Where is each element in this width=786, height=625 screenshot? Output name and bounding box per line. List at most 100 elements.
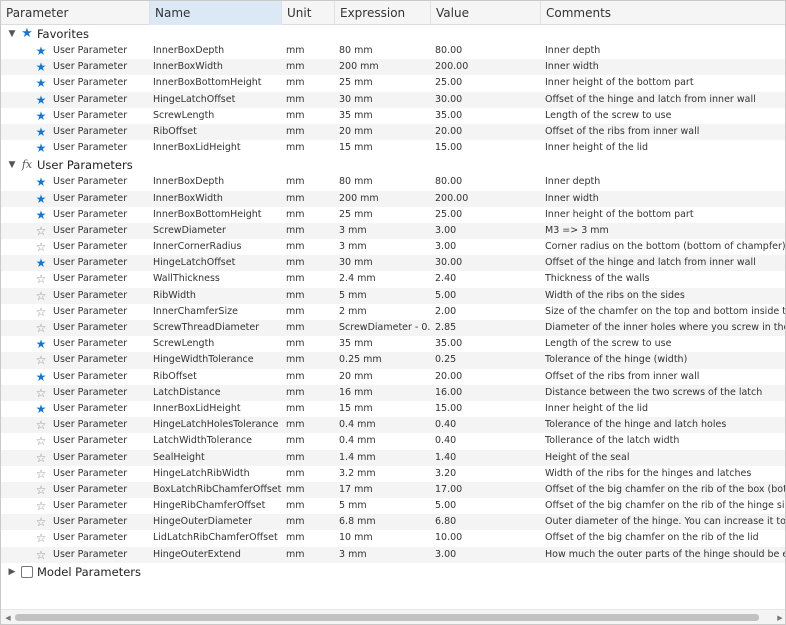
parameter-name[interactable]: ScrewLength [153, 336, 283, 352]
star-outline-icon[interactable]: ☆ [34, 352, 48, 368]
parameter-expression[interactable]: 15 mm [339, 140, 431, 156]
parameter-unit[interactable]: mm [286, 239, 336, 255]
parameter-unit[interactable]: mm [286, 255, 336, 271]
parameter-unit[interactable]: mm [286, 320, 336, 336]
parameter-comment[interactable]: Thickness of the walls [545, 271, 785, 287]
parameter-unit[interactable]: mm [286, 108, 336, 124]
parameter-name[interactable]: RibOffset [153, 124, 283, 140]
parameter-expression[interactable]: 17 mm [339, 482, 431, 498]
parameter-expression[interactable]: 35 mm [339, 336, 431, 352]
parameter-expression[interactable]: 30 mm [339, 92, 431, 108]
parameter-comment[interactable]: Offset of the big chamfer on the rib of … [545, 498, 785, 514]
parameter-comment[interactable]: Inner depth [545, 174, 785, 190]
parameter-unit[interactable]: mm [286, 140, 336, 156]
parameter-comment[interactable]: Width of the ribs for the hinges and lat… [545, 466, 785, 482]
parameter-unit[interactable]: mm [286, 450, 336, 466]
parameter-name[interactable]: InnerBoxDepth [153, 174, 283, 190]
horizontal-scrollbar[interactable]: ◀ ▶ [1, 609, 785, 624]
parameter-name[interactable]: RibWidth [153, 288, 283, 304]
parameter-expression[interactable]: 15 mm [339, 401, 431, 417]
parameter-comment[interactable]: Distance between the two screws of the l… [545, 385, 785, 401]
parameter-expression[interactable]: 3 mm [339, 223, 431, 239]
star-outline-icon[interactable]: ☆ [34, 320, 48, 336]
parameter-expression[interactable]: 16 mm [339, 385, 431, 401]
parameter-unit[interactable]: mm [286, 223, 336, 239]
parameter-name[interactable]: InnerBoxBottomHeight [153, 75, 283, 91]
parameter-row[interactable]: ★ User Parameter RibOffset mm 20 mm 20.00 Offs… [1, 123, 785, 141]
parameter-row[interactable]: ☆ User Parameter ScrewThreadDiameter mm Scre… [1, 320, 785, 337]
parameter-row[interactable]: ★ User Parameter InnerBoxDepth mm 80 mm 80.00… [1, 174, 785, 190]
parameter-row[interactable]: ☆ User Parameter SealHeight mm 1.4 mm 1.40 Hei… [1, 449, 785, 466]
parameter-unit[interactable]: mm [286, 336, 336, 352]
parameter-comment[interactable]: Corner radius on the bottom (bottom of c… [545, 239, 785, 255]
parameter-unit[interactable]: mm [286, 304, 336, 320]
parameter-expression[interactable]: 6.8 mm [339, 514, 431, 530]
parameter-row[interactable]: ★ User Parameter InnerBoxDepth mm 80 mm 80.00… [1, 43, 785, 59]
parameter-name[interactable]: InnerBoxLidHeight [153, 140, 283, 156]
parameter-row[interactable]: ★ User Parameter HingeLatchOffset mm 30 mm 30… [1, 255, 785, 272]
column-header-value[interactable]: Value [431, 1, 541, 25]
parameter-unit[interactable]: mm [286, 369, 336, 385]
parameter-comment[interactable]: Size of the chamfer on the top and botto… [545, 304, 785, 320]
parameter-unit[interactable]: mm [286, 417, 336, 433]
star-outline-icon[interactable]: ☆ [34, 223, 48, 239]
parameter-row[interactable]: ☆ User Parameter LidLatchRibChamferOffset m… [1, 530, 785, 546]
star-outline-icon[interactable]: ☆ [34, 514, 48, 530]
parameter-comment[interactable]: Inner height of the lid [545, 401, 785, 417]
parameter-comment[interactable]: Inner width [545, 191, 785, 207]
parameter-name[interactable]: InnerBoxDepth [153, 43, 283, 59]
parameter-comment[interactable]: Width of the ribs on the sides [545, 288, 785, 304]
star-outline-icon[interactable]: ☆ [34, 482, 48, 498]
parameter-row[interactable]: ★ User Parameter InnerBoxWidth mm 200 mm 200.… [1, 59, 785, 76]
star-filled-icon[interactable]: ★ [34, 336, 48, 352]
parameter-comment[interactable]: M3 => 3 mm [545, 223, 785, 239]
parameter-unit[interactable]: mm [286, 174, 336, 190]
star-outline-icon[interactable]: ☆ [34, 271, 48, 287]
parameter-expression[interactable]: 5 mm [339, 288, 431, 304]
star-outline-icon[interactable]: ☆ [34, 239, 48, 255]
parameter-name[interactable]: HingeOuterDiameter [153, 514, 283, 530]
parameter-comment[interactable]: Tolerance of the hinge and latch holes [545, 417, 785, 433]
group-user-parameters[interactable]: ▼ fx User Parameters [1, 156, 785, 175]
parameter-unit[interactable]: mm [286, 191, 336, 207]
parameter-unit[interactable]: mm [286, 43, 336, 59]
parameter-comment[interactable]: Tollerance of the latch width [545, 433, 785, 449]
parameter-name[interactable]: HingeLatchHolesTolerance [153, 417, 283, 433]
parameter-name[interactable]: HingeRibChamferOffset [153, 498, 283, 514]
parameter-unit[interactable]: mm [286, 75, 336, 91]
parameter-unit[interactable]: mm [286, 514, 336, 530]
parameter-expression[interactable]: 200 mm [339, 59, 431, 75]
parameter-name[interactable]: HingeOuterExtend [153, 547, 283, 563]
parameter-name[interactable]: InnerChamferSize [153, 304, 283, 320]
parameter-expression[interactable]: ScrewDiameter - 0... [339, 320, 431, 336]
parameter-name[interactable]: LatchWidthTolerance [153, 433, 283, 449]
parameter-expression[interactable]: 35 mm [339, 108, 431, 124]
parameter-expression[interactable]: 20 mm [339, 124, 431, 140]
star-filled-icon[interactable]: ★ [34, 255, 48, 271]
parameter-row[interactable]: ☆ User Parameter InnerChamferSize mm 2 mm 2.0… [1, 304, 785, 320]
parameter-expression[interactable]: 1.4 mm [339, 450, 431, 466]
parameter-name[interactable]: InnerBoxWidth [153, 191, 283, 207]
parameter-name[interactable]: HingeLatchOffset [153, 255, 283, 271]
parameter-unit[interactable]: mm [286, 433, 336, 449]
star-outline-icon[interactable]: ☆ [34, 417, 48, 433]
parameter-comment[interactable]: Inner depth [545, 43, 785, 59]
parameter-row[interactable]: ☆ User Parameter HingeWidthTolerance mm 0.25… [1, 352, 785, 369]
parameter-unit[interactable]: mm [286, 466, 336, 482]
parameter-comment[interactable]: Offset of the ribs from inner wall [545, 124, 785, 140]
parameter-unit[interactable]: mm [286, 352, 336, 368]
parameter-name[interactable]: ScrewThreadDiameter [153, 320, 283, 336]
parameter-name[interactable]: WallThickness [153, 271, 283, 287]
parameter-row[interactable]: ☆ User Parameter LatchWidthTolerance mm 0.4 … [1, 433, 785, 449]
parameter-expression[interactable]: 25 mm [339, 75, 431, 91]
star-filled-icon[interactable]: ★ [34, 140, 48, 156]
star-filled-icon[interactable]: ★ [34, 108, 48, 124]
parameter-comment[interactable]: Length of the screw to use [545, 108, 785, 124]
parameter-unit[interactable]: mm [286, 498, 336, 514]
parameter-name[interactable]: ScrewDiameter [153, 223, 283, 239]
star-filled-icon[interactable]: ★ [34, 75, 48, 91]
parameter-row[interactable]: ☆ User Parameter BoxLatchRibChamferOffset m… [1, 481, 785, 499]
parameter-unit[interactable]: mm [286, 271, 336, 287]
parameter-name[interactable]: RibOffset [153, 369, 283, 385]
parameter-comment[interactable]: Inner height of the bottom part [545, 207, 785, 223]
